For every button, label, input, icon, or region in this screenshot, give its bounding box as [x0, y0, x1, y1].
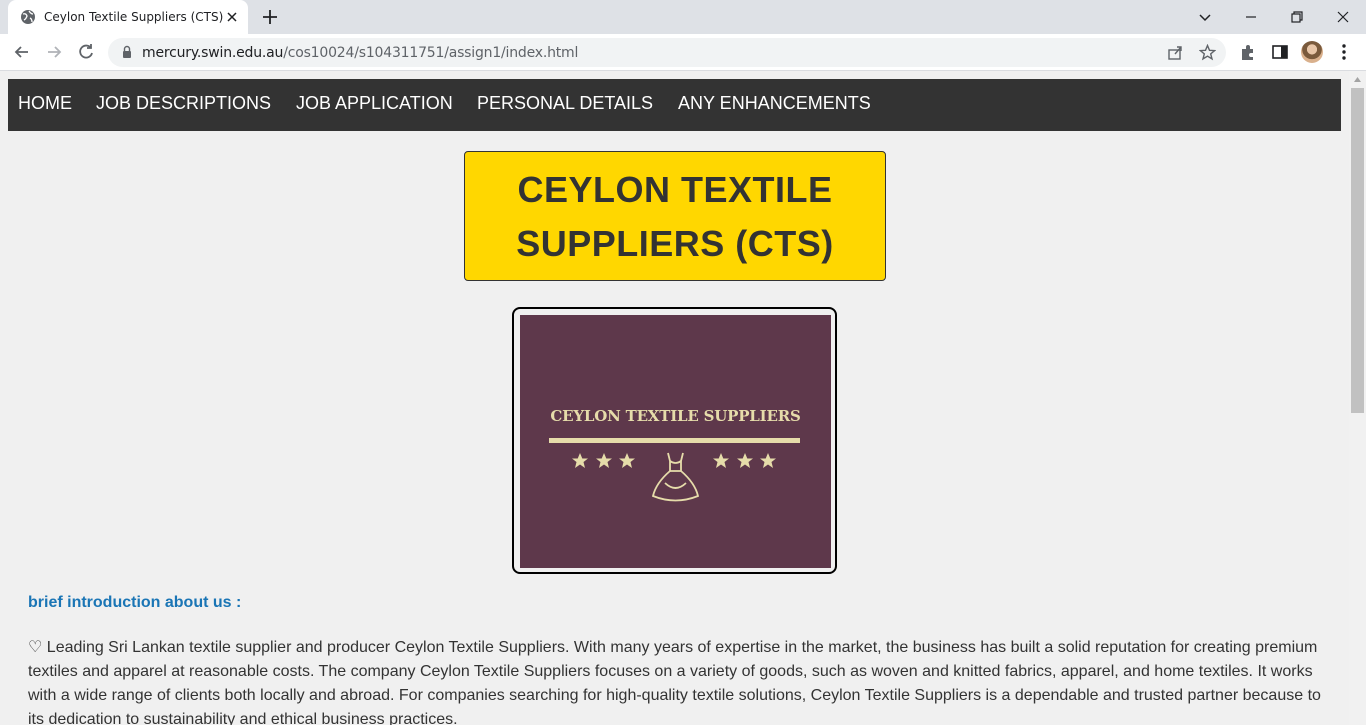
tab-title: Ceylon Textile Suppliers (CTS) — [44, 10, 224, 24]
nav-job-application[interactable]: JOB APPLICATION — [296, 93, 453, 114]
globe-icon — [21, 10, 35, 24]
back-icon[interactable] — [12, 42, 32, 62]
tab-search-icon[interactable] — [1193, 5, 1217, 29]
bookmark-star-icon[interactable] — [1199, 44, 1216, 61]
scroll-up-arrow-icon[interactable] — [1353, 75, 1362, 84]
close-window-icon[interactable] — [1331, 5, 1355, 29]
star-icons — [572, 453, 776, 468]
extensions-icon[interactable] — [1238, 42, 1258, 62]
reload-icon[interactable] — [76, 42, 96, 62]
restore-icon[interactable] — [1285, 5, 1309, 29]
page-title-box: CEYLON TEXTILE SUPPLIERS (CTS) — [464, 151, 886, 281]
minimize-icon[interactable] — [1239, 5, 1263, 29]
site-nav: HOME JOB DESCRIPTIONS JOB APPLICATION PE… — [8, 79, 1341, 131]
browser-tab[interactable]: Ceylon Textile Suppliers (CTS) — [8, 0, 248, 34]
scroll-thumb[interactable] — [1351, 88, 1364, 413]
nav-job-descriptions[interactable]: JOB DESCRIPTIONS — [96, 93, 271, 114]
nav-personal-details[interactable]: PERSONAL DETAILS — [477, 93, 653, 114]
lock-icon[interactable] — [120, 45, 134, 59]
page-viewport: HOME JOB DESCRIPTIONS JOB APPLICATION PE… — [0, 71, 1366, 725]
tab-strip: Ceylon Textile Suppliers (CTS) — [0, 0, 1366, 34]
close-tab-icon[interactable] — [224, 9, 240, 25]
forward-icon[interactable] — [44, 42, 64, 62]
dress-icon — [651, 452, 700, 502]
menu-kebab-icon[interactable] — [1334, 42, 1354, 62]
page-scrollbar[interactable] — [1349, 71, 1366, 725]
logo-graphic — [549, 438, 800, 502]
company-logo: CEYLON TEXTILE SUPPLIERS — [520, 315, 831, 568]
side-panel-icon[interactable] — [1270, 42, 1290, 62]
intro-paragraph: ♡ Leading Sri Lankan textile supplier an… — [28, 639, 1321, 725]
nav-home[interactable]: HOME — [18, 93, 72, 114]
nav-any-enhancements[interactable]: ANY ENHANCEMENTS — [678, 93, 871, 114]
logo-divider — [549, 438, 800, 443]
url-text[interactable]: mercury.swin.edu.au/cos10024/s104311751/… — [142, 45, 578, 61]
page-title: CEYLON TEXTILE SUPPLIERS (CTS) — [516, 169, 834, 264]
profile-avatar[interactable] — [1301, 41, 1323, 63]
new-tab-icon[interactable] — [260, 7, 280, 27]
share-icon[interactable] — [1167, 44, 1184, 61]
address-bar[interactable]: mercury.swin.edu.au/cos10024/s104311751/… — [108, 38, 1226, 67]
logo-frame: CEYLON TEXTILE SUPPLIERS — [512, 307, 837, 574]
intro-heading: brief introduction about us : — [28, 594, 242, 611]
browser-toolbar: mercury.swin.edu.au/cos10024/s104311751/… — [0, 34, 1366, 71]
